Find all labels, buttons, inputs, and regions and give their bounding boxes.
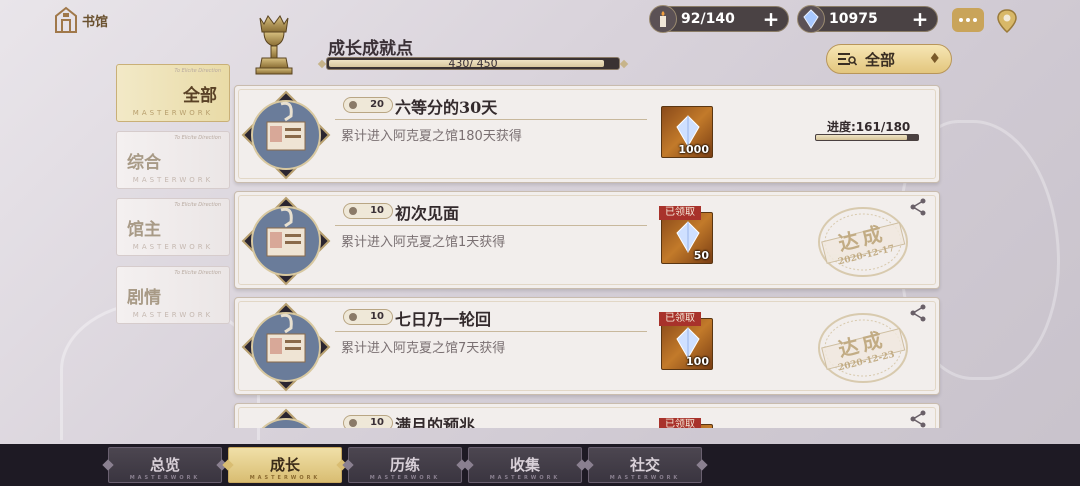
nav-tab-growth[interactable]: 成长 MASTERWORK [228, 447, 342, 483]
divider [335, 225, 647, 226]
achievement-description: 累计进入阿克夏之馆180天获得 [341, 129, 522, 144]
points-badge: 10 [343, 415, 393, 428]
achievement-title: 满月的预兆 [395, 416, 476, 428]
achievement-card: 10 七日乃一轮回 累计进入阿克夏之馆7天获得 已领取 100 达成 2020-… [234, 297, 940, 395]
reward-amount: 100 [686, 355, 709, 368]
certificate-icon [241, 90, 331, 180]
reward-amount: 1000 [678, 143, 709, 156]
certificate-icon [241, 302, 331, 392]
achievement-progress-fill [816, 135, 907, 140]
share-icon[interactable] [909, 198, 927, 216]
divider [335, 119, 647, 120]
divider [335, 331, 647, 332]
reward-amount: 50 [693, 249, 709, 262]
achievement-card: 20 六等分的30天 累计进入阿克夏之馆180天获得 1000 进度:161/1… [234, 85, 940, 183]
achievement-card: 10 初次见面 累计进入阿克夏之馆1天获得 已领取 50 达成 2020-12-… [234, 191, 940, 289]
achievement-description: 累计进入阿克夏之馆7天获得 [341, 341, 506, 356]
claimed-badge: 已领取 [659, 418, 701, 428]
nav-tab-collection[interactable]: 收集 MASTERWORK [468, 447, 582, 483]
achievement-title: 初次见面 [395, 204, 460, 223]
nav-tab-social[interactable]: 社交 MASTERWORK [588, 447, 702, 483]
share-icon[interactable] [909, 410, 927, 428]
achievement-card: 10 满月的预兆 已领取 [234, 403, 940, 428]
certificate-icon [241, 196, 331, 286]
nav-tab-overview[interactable]: 总览 MASTERWORK [108, 447, 222, 483]
progress-label: 进度:161/180 [827, 120, 911, 134]
nav-tab-experience[interactable]: 历练 MASTERWORK [348, 447, 462, 483]
claimed-badge: 已领取 [659, 312, 701, 326]
share-icon[interactable] [909, 304, 927, 322]
achievement-description: 累计进入阿克夏之馆1天获得 [341, 235, 506, 250]
points-badge: 20 [343, 97, 393, 113]
certificate-icon [261, 408, 311, 428]
reward-item[interactable]: 1000 [661, 106, 713, 158]
achievement-title: 六等分的30天 [395, 98, 498, 117]
points-badge: 10 [343, 309, 393, 325]
achievement-list[interactable]: 20 六等分的30天 累计进入阿克夏之馆180天获得 1000 进度:161/1… [0, 0, 1080, 428]
points-badge: 10 [343, 203, 393, 219]
achievement-progress-bar [815, 134, 919, 141]
achievement-title: 七日乃一轮回 [395, 310, 492, 329]
claimed-badge: 已领取 [659, 206, 701, 220]
